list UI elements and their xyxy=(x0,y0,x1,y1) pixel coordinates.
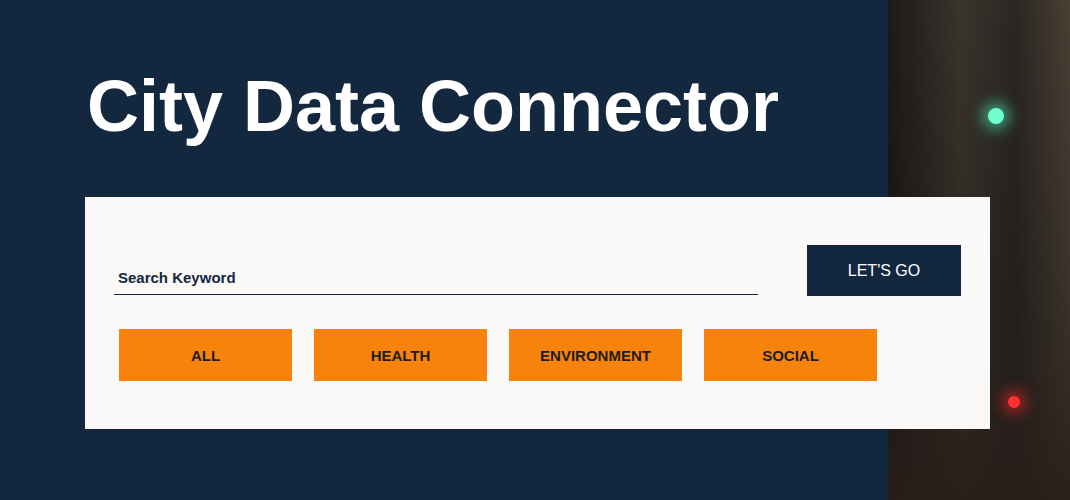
filter-row: ALL HEALTH ENVIRONMENT SOCIAL xyxy=(119,329,961,381)
search-field xyxy=(114,265,758,295)
traffic-light-glow xyxy=(988,108,1004,124)
lets-go-button[interactable]: LET'S GO xyxy=(807,245,961,296)
search-card: LET'S GO ALL HEALTH ENVIRONMENT SOCIAL xyxy=(85,197,990,429)
filter-button[interactable]: SOCIAL xyxy=(704,329,877,381)
filter-button[interactable]: ALL xyxy=(119,329,292,381)
hero: City Data Connector LET'S GO ALL HEALTH ENVI… xyxy=(0,0,1070,429)
landing-page: City Data Connector LET'S GO ALL HEALTH ENVI… xyxy=(0,0,1070,500)
search-row: LET'S GO xyxy=(114,245,961,295)
page-title: City Data Connector xyxy=(87,70,1070,142)
filter-button[interactable]: HEALTH xyxy=(314,329,487,381)
tram-light-glow xyxy=(1008,396,1020,408)
search-input[interactable] xyxy=(114,265,758,290)
filter-button[interactable]: ENVIRONMENT xyxy=(509,329,682,381)
